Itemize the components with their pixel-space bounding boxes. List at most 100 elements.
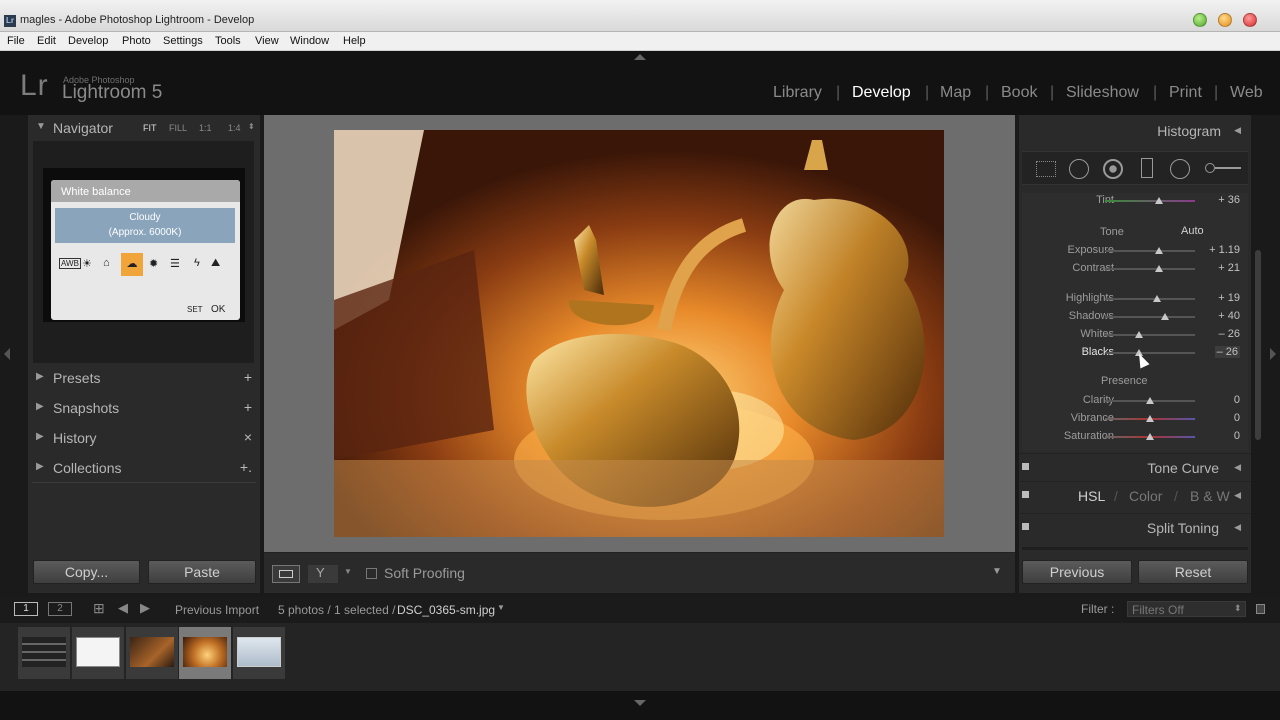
module-library[interactable]: Library xyxy=(773,84,822,102)
vibrance-value[interactable]: 0 xyxy=(1234,412,1240,424)
saturation-thumb[interactable] xyxy=(1146,433,1154,440)
radial-filter-icon[interactable] xyxy=(1170,159,1190,179)
soft-proofing-checkbox[interactable] xyxy=(366,568,377,579)
expand-left-icon[interactable]: ◀ xyxy=(1234,462,1241,473)
filter-select[interactable]: Filters Off ⬍ xyxy=(1127,601,1246,617)
expand-triangle-icon[interactable]: ▶ xyxy=(36,461,44,472)
panel-switch-icon[interactable] xyxy=(1022,463,1029,470)
menu-view[interactable]: View xyxy=(255,35,279,47)
zoom-stepper-icon[interactable]: ⬍ xyxy=(248,122,255,131)
add-snapshot-button[interactable]: + xyxy=(244,399,252,415)
before-after-button[interactable]: Y xyxy=(308,565,338,583)
loupe-view-button[interactable] xyxy=(272,565,300,583)
back-arrow-icon[interactable]: ◀ xyxy=(118,600,128,616)
menu-file[interactable]: File xyxy=(7,35,25,47)
zoom-fit[interactable]: FIT xyxy=(143,123,157,133)
clarity-value[interactable]: 0 xyxy=(1234,394,1240,406)
menu-help[interactable]: Help xyxy=(343,35,366,47)
hsl-tab[interactable]: HSL xyxy=(1078,488,1105,504)
snapshots-header[interactable]: ▶ Snapshots + xyxy=(28,397,260,419)
module-develop[interactable]: Develop xyxy=(852,84,911,102)
contrast-thumb[interactable] xyxy=(1155,265,1163,272)
expand-triangle-icon[interactable]: ▶ xyxy=(36,371,44,382)
secondary-display-button[interactable]: 2 xyxy=(48,602,72,616)
image-canvas[interactable] xyxy=(264,115,1015,552)
panel-switch-icon[interactable] xyxy=(1022,491,1029,498)
saturation-slider[interactable]: Saturation 0 xyxy=(1022,429,1254,445)
right-panel-toggle-icon[interactable] xyxy=(1270,348,1276,360)
menu-settings[interactable]: Settings xyxy=(163,35,203,47)
panel-scrollbar[interactable] xyxy=(1255,250,1261,440)
crop-tool-icon[interactable] xyxy=(1036,161,1056,177)
graduated-filter-icon[interactable] xyxy=(1141,158,1153,178)
hsl-header[interactable]: HSL / Color / B & W ◀ xyxy=(1019,481,1251,507)
top-panel-toggle-icon[interactable] xyxy=(634,54,646,60)
spot-removal-icon[interactable] xyxy=(1069,159,1089,179)
module-map[interactable]: Map xyxy=(940,84,971,102)
menu-edit[interactable]: Edit xyxy=(37,35,56,47)
source-label[interactable]: Previous Import xyxy=(175,603,259,617)
exposure-thumb[interactable] xyxy=(1155,247,1163,254)
collapse-triangle-icon[interactable]: ▼ xyxy=(36,121,46,132)
add-preset-button[interactable]: + xyxy=(244,369,252,385)
copy-button[interactable]: Copy... xyxy=(33,560,140,584)
history-header[interactable]: ▶ History × xyxy=(28,427,260,449)
left-panel-toggle-icon[interactable] xyxy=(4,348,10,360)
shadows-thumb[interactable] xyxy=(1161,313,1170,320)
clear-history-button[interactable]: × xyxy=(244,429,252,445)
previous-button[interactable]: Previous xyxy=(1022,560,1132,584)
whites-value[interactable]: – 26 xyxy=(1219,328,1240,340)
primary-display-button[interactable]: 1 xyxy=(14,602,38,616)
before-after-dropdown-icon[interactable]: ▼ xyxy=(344,567,352,576)
photo-preview[interactable] xyxy=(334,130,944,537)
navigator-header[interactable]: ▼ Navigator FIT FILL 1:1 1:4 ⬍ xyxy=(28,117,260,139)
menu-photo[interactable]: Photo xyxy=(122,35,151,47)
adjustment-brush-icon[interactable] xyxy=(1205,161,1241,175)
expand-triangle-icon[interactable]: ▶ xyxy=(36,401,44,412)
reset-button[interactable]: Reset xyxy=(1138,560,1248,584)
presets-header[interactable]: ▶ Presets + xyxy=(28,367,260,389)
bw-tab[interactable]: B & W xyxy=(1190,488,1230,504)
highlights-value[interactable]: + 19 xyxy=(1218,292,1240,304)
saturation-value[interactable]: 0 xyxy=(1234,430,1240,442)
highlights-thumb[interactable] xyxy=(1153,295,1162,302)
menu-tools[interactable]: Tools xyxy=(215,35,241,47)
panel-switch-icon[interactable] xyxy=(1022,523,1029,530)
minimize-button[interactable] xyxy=(1193,13,1207,27)
filename[interactable]: DSC_0365-sm.jpg xyxy=(397,603,495,617)
film-thumb[interactable] xyxy=(233,627,285,679)
bottom-panel-toggle-icon[interactable] xyxy=(634,700,646,706)
module-web[interactable]: Web xyxy=(1230,84,1263,102)
grid-view-icon[interactable]: ⊞ xyxy=(93,600,105,617)
menu-window[interactable]: Window xyxy=(290,35,329,47)
red-eye-icon[interactable] xyxy=(1103,159,1123,179)
expand-left-icon[interactable]: ◀ xyxy=(1234,522,1241,533)
histogram-header[interactable]: Histogram ◀ xyxy=(1019,117,1251,143)
navigator-preview[interactable]: White balance Cloudy (Approx. 6000K) AWB… xyxy=(33,141,254,363)
menu-develop[interactable]: Develop xyxy=(68,35,108,47)
filename-dropdown-icon[interactable]: ▼ xyxy=(497,603,505,612)
whites-slider[interactable]: Whites – 26 xyxy=(1022,327,1254,343)
highlights-slider[interactable]: Highlights + 19 xyxy=(1022,291,1254,307)
contrast-slider[interactable]: Contrast + 21 xyxy=(1022,261,1254,277)
shadows-value[interactable]: + 40 xyxy=(1218,310,1240,322)
filter-stepper-icon[interactable]: ⬍ xyxy=(1234,603,1242,614)
collections-header[interactable]: ▶ Collections +. xyxy=(28,457,260,479)
film-thumb-selected[interactable] xyxy=(179,627,231,679)
forward-arrow-icon[interactable]: ▶ xyxy=(140,600,150,616)
vibrance-thumb[interactable] xyxy=(1146,415,1154,422)
split-toning-header[interactable]: Split Toning ◀ xyxy=(1019,513,1251,539)
contrast-value[interactable]: + 21 xyxy=(1218,262,1240,274)
whites-thumb[interactable] xyxy=(1135,331,1144,338)
tone-curve-header[interactable]: Tone Curve ◀ xyxy=(1019,453,1251,479)
film-thumb[interactable] xyxy=(126,627,178,679)
zoom-fill[interactable]: FILL xyxy=(169,123,187,133)
expand-triangle-icon[interactable]: ▶ xyxy=(36,431,44,442)
film-thumb[interactable] xyxy=(18,627,70,679)
paste-button[interactable]: Paste xyxy=(148,560,256,584)
tone-auto-button[interactable]: Auto xyxy=(1181,225,1204,237)
module-slideshow[interactable]: Slideshow xyxy=(1066,84,1139,102)
tint-value[interactable]: + 36 xyxy=(1218,194,1240,206)
zoom-1-4[interactable]: 1:4 xyxy=(228,123,241,133)
exposure-value[interactable]: + 1.19 xyxy=(1209,244,1240,256)
